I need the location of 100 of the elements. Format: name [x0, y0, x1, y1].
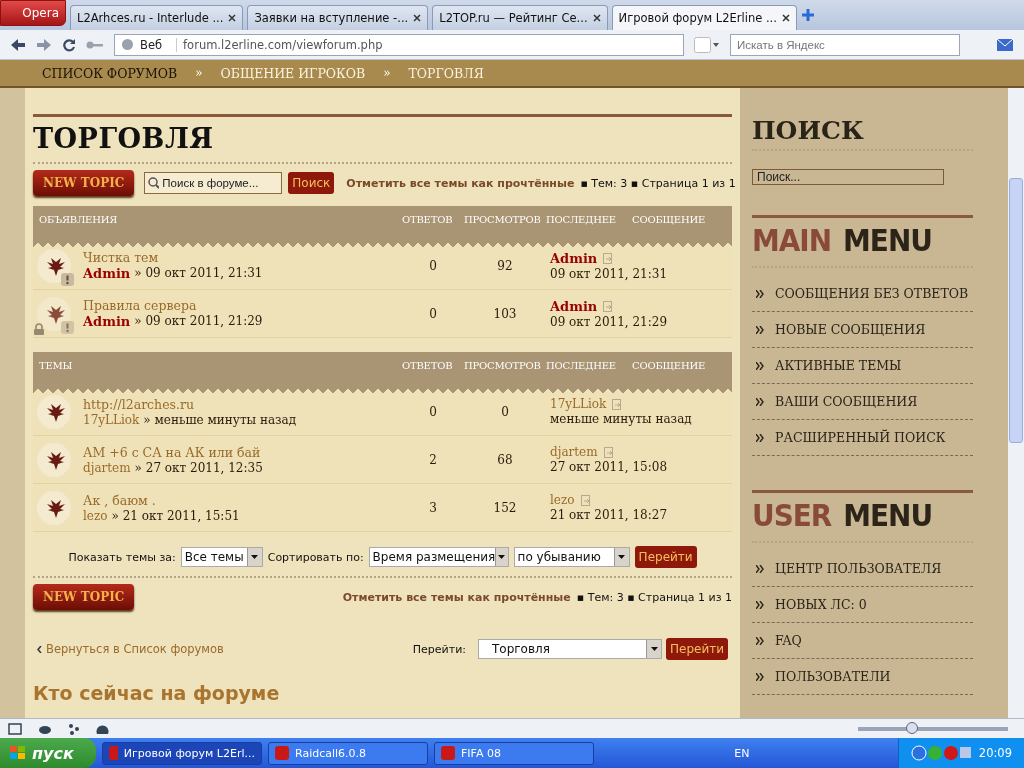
topic-title-link[interactable]: Ак , баюм . [83, 492, 402, 508]
new-topic-button[interactable]: NEW TOPIC [33, 170, 135, 196]
close-icon[interactable] [413, 14, 422, 22]
app-icon [441, 746, 455, 760]
address-field[interactable]: Веб forum.l2erline.com/viewforum.php [114, 33, 684, 56]
topic-row[interactable]: АМ +6 с СА на АК или бай djartem » 27 окт 2011, 12:35 2 68 djartem 27 окт 2011, 15:08 [33, 436, 732, 484]
taskbar-button[interactable]: Игровой форум L2Erl... [102, 741, 262, 765]
menu-item[interactable]: ПОЛЬЗОВАТЕЛИ [752, 659, 973, 695]
browser-tab[interactable]: L2Arhces.ru - Interlude ... [70, 5, 244, 30]
last-post-date: 27 окт 2011, 15:08 [550, 460, 668, 474]
search-button[interactable]: Поиск [288, 172, 335, 194]
last-post-author-link[interactable]: Admin [550, 298, 598, 314]
exclamation-badge-icon [61, 272, 74, 286]
topic-date: » 21 окт 2011, 15:51 [111, 508, 240, 523]
topic-date: » меньше минуты назад [143, 412, 297, 427]
menu-item[interactable]: НОВЫХ ЛС: 0 [752, 587, 973, 623]
scrollbar[interactable] [1008, 88, 1024, 718]
topic-title-link[interactable]: http://l2arches.ru [83, 396, 402, 412]
topic-row[interactable]: Правила сервера Admin » 09 окт 2011, 21:29 0 103 Admin 09 окт 2011, 21:29 [33, 290, 732, 338]
language-indicator[interactable]: EN [734, 746, 750, 760]
panel-icon[interactable] [8, 722, 22, 735]
dropdown-caret-icon[interactable] [646, 640, 661, 658]
url-text: forum.l2erline.com/viewforum.php [183, 37, 383, 52]
close-icon[interactable] [228, 14, 237, 22]
pagination-text: ▪ Тем: 3 ▪ Страница 1 из 1 [580, 176, 736, 190]
topic-title-link[interactable]: Чистка тем [83, 250, 402, 265]
sidebar-search-field[interactable]: Поиск... [752, 169, 944, 185]
sidebar-search-title: ПОИСК [752, 116, 865, 145]
sort-order-select[interactable]: по убыванию [513, 547, 630, 567]
mail-icon[interactable] [996, 36, 1014, 53]
author-link[interactable]: 17yLLiok [83, 412, 140, 427]
menu-item[interactable]: НОВЫЕ СООБЩЕНИЯ [752, 312, 973, 348]
plus-icon[interactable] [800, 8, 815, 22]
topic-row[interactable]: http://l2arches.ru 17yLLiok » меньше минуты назад 0 0 17yLLiok меньше минуты назад [33, 388, 732, 436]
double-chevron-icon [756, 672, 765, 681]
search-icon [148, 177, 160, 189]
back-arrow-icon[interactable] [10, 37, 26, 52]
app-icon [275, 746, 289, 760]
menu-item[interactable]: РАСШИРЕННЫЙ ПОИСК [752, 420, 973, 456]
double-chevron-icon [756, 564, 765, 573]
last-post-author-link[interactable]: Admin [550, 250, 598, 266]
topic-date: » 27 окт 2011, 12:35 [134, 460, 263, 475]
double-chevron-icon [756, 600, 765, 609]
zoom-slider-thumb[interactable] [906, 721, 918, 734]
start-button[interactable]: пуск [0, 738, 96, 768]
menu-item[interactable]: СООБЩЕНИЯ БЕЗ ОТВЕТОВ [752, 276, 973, 312]
topic-row[interactable]: Чистка тем Admin » 09 окт 2011, 21:31 0 92 Admin 09 окт 2011, 21:31 [33, 242, 732, 290]
back-to-forums-link[interactable]: Вернуться в Список форумов [46, 642, 224, 656]
author-link[interactable]: Admin [83, 314, 131, 329]
breadcrumb-link[interactable]: СПИСОК ФОРУМОВ [42, 65, 178, 81]
reload-icon[interactable] [62, 37, 76, 52]
browser-tab[interactable]: Заявки на вступление -... [247, 5, 429, 30]
menu-item[interactable]: АКТИВНЫЕ ТЕМЫ [752, 348, 973, 384]
browser-tab[interactable]: Игровой форум L2Erline ... [611, 5, 797, 30]
dropdown-caret-icon[interactable] [613, 548, 629, 566]
author-link[interactable]: Admin [83, 266, 131, 281]
last-post-author-link[interactable]: djartem [550, 445, 598, 459]
scrollbar-thumb[interactable] [1009, 178, 1023, 443]
double-chevron-icon [756, 397, 765, 406]
forum-search-field[interactable]: Поиск в форуме... [144, 172, 283, 194]
topic-row[interactable]: Ак , баюм . lezo » 21 окт 2011, 15:51 3 152 lezo 21 окт 2011, 18:27 [33, 484, 732, 532]
column-header: ПОСЛЕДНЕЕ [546, 214, 617, 225]
last-post-date: 09 окт 2011, 21:29 [550, 314, 668, 329]
author-link[interactable]: lezo [83, 508, 108, 523]
close-icon[interactable] [592, 14, 601, 22]
dropdown-caret-icon[interactable] [495, 548, 508, 566]
jump-select[interactable]: Торговля [478, 639, 662, 659]
opera-menu-button[interactable]: Opera [0, 0, 66, 26]
new-topic-button[interactable]: NEW TOPIC [33, 584, 135, 610]
author-link[interactable]: djartem [83, 460, 131, 475]
views-count: 68 [496, 452, 514, 467]
menu-item[interactable]: ВАШИ СООБЩЕНИЯ [752, 384, 973, 420]
taskbar-button[interactable]: FIFA 08 [434, 741, 594, 765]
topic-title-link[interactable]: АМ +6 с СА на АК или бай [83, 444, 402, 460]
search-engine-icon[interactable] [694, 36, 720, 53]
column-header: ПОСЛЕДНЕЕ [546, 360, 617, 371]
mark-read-link[interactable]: Отметить все темы как прочтённые [346, 176, 575, 190]
topic-title-link[interactable]: Правила сервера [83, 298, 402, 313]
browser-tab[interactable]: L2TOP.ru — Рейтинг Се... [432, 5, 608, 30]
jump-button[interactable]: Перейти [666, 638, 728, 660]
period-select[interactable]: Все темы [180, 547, 263, 567]
sort-key-select[interactable]: Время размещения [368, 547, 509, 567]
close-icon[interactable] [781, 14, 790, 22]
apply-button[interactable]: Перейти [634, 546, 697, 568]
dropdown-caret-icon[interactable] [246, 548, 262, 566]
column-header: ПРОСМОТРОВ [464, 214, 542, 225]
windows-logo-icon [10, 746, 26, 760]
replies-count: 3 [428, 500, 438, 515]
mark-read-link[interactable]: Отметить все темы как прочтённые [342, 590, 571, 604]
views-count: 92 [496, 258, 514, 273]
search-field[interactable]: Искать в Яндекс [730, 33, 960, 56]
share-icon[interactable] [68, 722, 80, 735]
forward-arrow-icon[interactable] [36, 37, 52, 52]
menu-item[interactable]: ЦЕНТР ПОЛЬЗОВАТЕЛЯ [752, 551, 973, 587]
menu-item[interactable]: FAQ [752, 623, 973, 659]
last-post-author-link[interactable]: lezo [550, 493, 575, 507]
tray-icons-drawing[interactable] [910, 745, 971, 761]
breadcrumb-separator: » [383, 66, 391, 80]
last-post-author-link[interactable]: 17yLLiok [550, 397, 607, 411]
taskbar-button[interactable]: Raidcall6.0.8 [268, 741, 428, 765]
